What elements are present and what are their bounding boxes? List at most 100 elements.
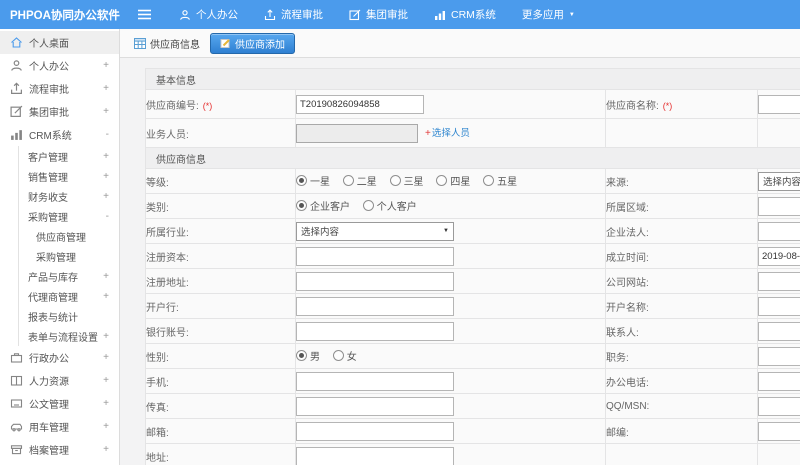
expand-plus-icon[interactable]: + [103,331,109,342]
radio-option[interactable]: 女 [332,348,357,363]
tab-supplier-info[interactable]: 供应商信息 [134,36,200,51]
expand-plus-icon[interactable]: + [103,375,109,386]
expand-plus-icon[interactable]: + [103,444,109,455]
radio-option[interactable]: 男 [296,348,320,363]
position-input[interactable] [758,346,800,366]
sidebar-item-personal-desktop[interactable]: 个人桌面 [0,31,119,54]
field-label: 手机: [146,377,169,389]
sidebar-item-form-workflow-settings[interactable]: 表单与流程设置 + [0,326,119,346]
industry-select[interactable]: 选择内容 ▼ [296,221,454,241]
sidebar-item-supplier-mgmt[interactable]: 供应商管理 [0,226,119,246]
supplier-name-input[interactable] [758,94,800,114]
nav-item-group-approval[interactable]: 集团审批 [336,0,421,29]
source-select[interactable]: 选择内容▼ [758,171,800,191]
radio-icon [332,350,344,361]
radio-option[interactable]: 五星 [483,173,517,188]
sidebar-item-customer-mgmt[interactable]: 客户管理 + [0,146,119,166]
sidebar-item-purchasing[interactable]: 采购管理 [0,246,119,266]
radio-option[interactable]: 四星 [436,173,470,188]
sidebar-item-finance[interactable]: 财务收支 + [0,186,119,206]
plus-sign: + [425,127,431,139]
registered-capital-input[interactable] [296,246,454,266]
account-name-input[interactable] [758,296,800,316]
staff-picker-input[interactable] [296,123,418,143]
sidebar-item-group-approval[interactable]: 集团审批 + [0,100,119,123]
radio-option[interactable]: 一星 [296,173,330,188]
collapse-minus-icon[interactable]: - [106,211,109,222]
nav-item-workflow-approval[interactable]: 流程审批 [251,0,336,29]
tab-supplier-add[interactable]: 供应商添加 [210,32,295,54]
nav-item-personal-office[interactable]: 个人办公 [166,0,251,29]
top-bar: PHPOA协同办公软件 个人办公 流程审批 集团审批 CRM系统 更多应用 ▼ [0,0,800,29]
expand-plus-icon[interactable]: + [103,421,109,432]
supplier-code-input[interactable] [296,94,424,114]
radio-option[interactable]: 个人客户 [362,198,417,213]
section-title: 供应商信息 [145,147,800,169]
sidebar-item-reports[interactable]: 报表与统计 [0,306,119,326]
expand-plus-icon[interactable]: + [103,151,109,162]
sidebar-item-product-inventory[interactable]: 产品与库存 + [0,266,119,286]
office-phone-input[interactable] [758,371,800,391]
expand-plus-icon[interactable]: + [103,106,109,117]
expand-plus-icon[interactable]: + [103,191,109,202]
user-icon [180,9,190,20]
nav-item-more-apps[interactable]: 更多应用 ▼ [509,0,588,29]
sidebar-item-sales-mgmt[interactable]: 销售管理 + [0,166,119,186]
radio-option[interactable]: 三星 [389,173,424,188]
sidebar-item-admin-office[interactable]: 行政办公 + [0,346,119,369]
qq-msn-input[interactable] [758,396,800,416]
founded-date-input[interactable] [758,246,800,266]
field-label: 所属区域: [606,202,649,214]
collapse-minus-icon[interactable]: - [106,129,109,140]
region-input[interactable] [758,196,800,216]
website-input[interactable] [758,271,800,291]
radio-option[interactable]: 二星 [342,173,377,188]
bank-branch-input[interactable] [296,296,454,316]
registered-address-input[interactable] [296,271,454,291]
form-row: 等级: 一星 二星 三星 四星 五星 来源: 选择内容▼ [145,168,800,194]
radio-option[interactable]: 企业客户 [296,198,350,213]
sidebar-item-archive-mgmt[interactable]: 档案管理 + [0,438,119,461]
select-staff-link[interactable]: 选择人员 [432,128,470,139]
add-form-icon [220,38,230,48]
form-content: 基本信息 供应商编号:(*) 供应商名称:(*) 业务人员: +选择人员 [120,58,800,465]
expand-plus-icon[interactable]: + [103,171,109,182]
field-label: 来源: [606,177,629,189]
form-row: 所属行业: 选择内容 ▼ 企业法人: [145,218,800,244]
radio-icon [483,175,495,186]
address-input[interactable] [296,446,454,465]
expand-plus-icon[interactable]: + [103,271,109,282]
radio-icon [296,350,307,361]
section-header-supplier-info: 供应商信息 [145,147,800,169]
sidebar-item-purchase-mgmt[interactable]: 采购管理 - [0,206,119,226]
radio-icon [436,175,448,186]
email-input[interactable] [296,421,454,441]
field-label: 类别: [146,202,169,214]
form-row: 业务人员: +选择人员 [145,118,800,148]
sidebar-item-agent-mgmt[interactable]: 代理商管理 + [0,286,119,306]
expand-plus-icon[interactable]: + [103,398,109,409]
sidebar-item-personal-office[interactable]: 个人办公 + [0,54,119,77]
form-row: 类别: 企业客户 个人客户 所属区域: [145,193,800,219]
bank-account-input[interactable] [296,321,454,341]
form-row: 供应商编号:(*) 供应商名称:(*) [145,89,800,119]
nav-item-crm[interactable]: CRM系统 [421,0,509,29]
sidebar-item-document-mgmt[interactable]: 公文管理 + [0,392,119,415]
legal-person-input[interactable] [758,221,800,241]
expand-plus-icon[interactable]: + [103,60,109,71]
expand-plus-icon[interactable]: + [103,291,109,302]
level-radios: 一星 二星 三星 四星 五星 [295,168,606,194]
expand-plus-icon[interactable]: + [103,83,109,94]
hamburger-menu-button[interactable] [122,9,166,20]
sidebar-item-workflow-approval[interactable]: 流程审批 + [0,77,119,100]
mobile-input[interactable] [296,371,454,391]
sidebar-item-hr[interactable]: 人力资源 + [0,369,119,392]
field-label: 邮编: [606,427,629,439]
expand-plus-icon[interactable]: + [103,352,109,363]
contact-person-input[interactable] [758,321,800,341]
sidebar-item-vehicle-mgmt[interactable]: 用车管理 + [0,415,119,438]
postcode-input[interactable] [758,421,800,441]
sidebar-item-crm[interactable]: CRM系统 - [0,123,119,146]
fax-input[interactable] [296,396,454,416]
app-window: PHPOA协同办公软件 个人办公 流程审批 集团审批 CRM系统 更多应用 ▼ … [0,0,800,465]
